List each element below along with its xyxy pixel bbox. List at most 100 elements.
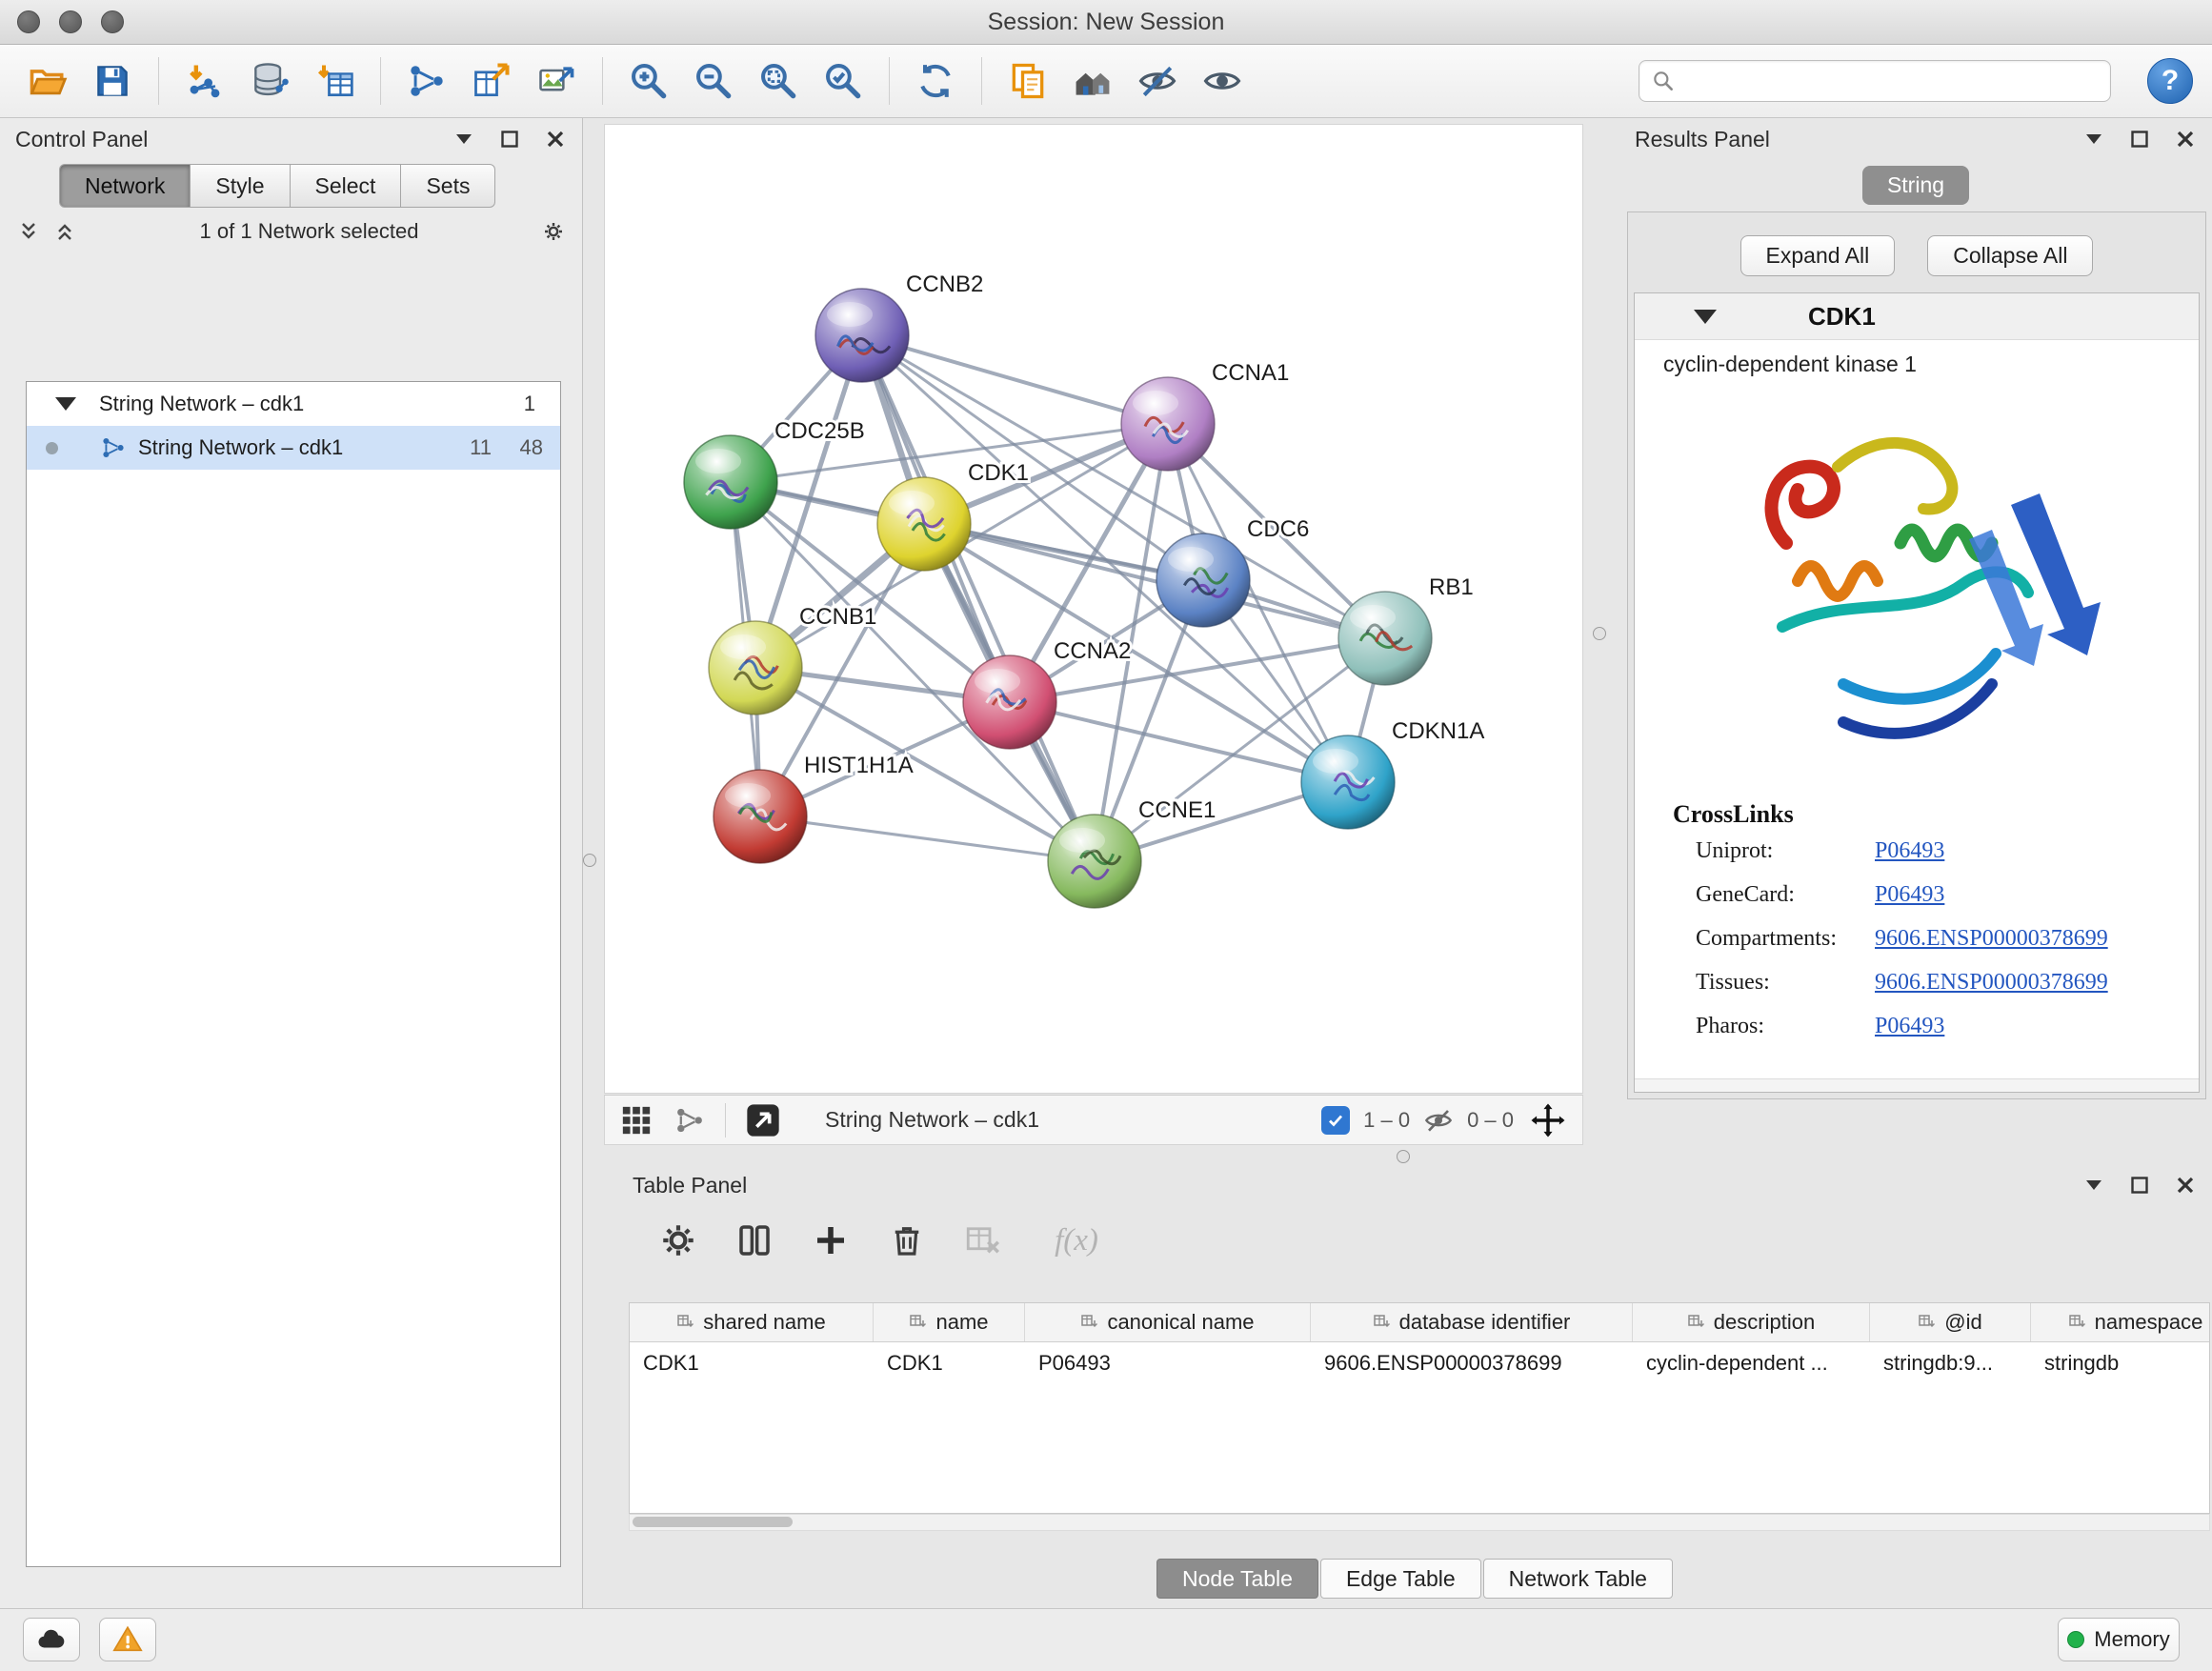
cloud-status-button[interactable] [23,1618,80,1661]
close-panel-button[interactable] [544,128,567,151]
bottom-splitter-handle[interactable] [1397,1150,1410,1163]
collapse-all-networks-button[interactable] [53,220,76,243]
network-node-CCNA1[interactable] [1121,377,1215,471]
table-cell[interactable]: stringdb [2031,1342,2210,1384]
show-columns-button[interactable] [734,1219,775,1261]
crosslink-value-link[interactable]: 9606.ENSP00000378699 [1875,970,2108,995]
selected-count-checkbox[interactable] [1321,1106,1350,1135]
network-node-RB1[interactable] [1338,592,1432,685]
duplicate-network-button[interactable] [999,52,1056,110]
export-view-button[interactable] [743,1100,783,1140]
import-network-file-button[interactable] [176,52,233,110]
expand-all-networks-button[interactable] [17,220,40,243]
crosslink-value-link[interactable]: P06493 [1875,882,1944,907]
birds-eye-view-button[interactable] [618,1102,654,1138]
zoom-out-button[interactable] [685,52,742,110]
collapse-all-button[interactable]: Collapse All [1927,235,2093,276]
create-column-button[interactable] [810,1219,852,1261]
maximize-panel-button[interactable] [498,128,521,151]
zoom-selected-button[interactable] [814,52,872,110]
close-panel-button[interactable] [2174,128,2197,151]
tab-string[interactable]: String [1862,166,1969,205]
gene-card-header[interactable]: CDK1 [1635,293,2199,340]
tab-style[interactable]: Style [191,164,290,208]
column-header-namespace[interactable]: namespace [2031,1303,2210,1341]
network-node-CDK1[interactable] [877,477,971,571]
tab-sets[interactable]: Sets [401,164,495,208]
warnings-button[interactable] [99,1618,156,1661]
export-image-button[interactable] [528,52,585,110]
help-button[interactable]: ? [2147,58,2193,104]
search-box[interactable] [1639,60,2111,102]
maximize-panel-button[interactable] [2128,1174,2151,1197]
network-node-CCNB1[interactable] [709,621,802,715]
zoom-in-button[interactable] [620,52,677,110]
column-header-description[interactable]: description [1633,1303,1870,1341]
crosslink-value-link[interactable]: 9606.ENSP00000378699 [1875,926,2108,951]
table-cell[interactable]: 9606.ENSP00000378699 [1311,1342,1633,1384]
network-collection-row[interactable]: String Network – cdk1 1 [27,382,560,426]
column-header-canonical-name[interactable]: canonical name [1025,1303,1311,1341]
tab-network[interactable]: Network [59,164,191,208]
right-splitter-handle[interactable] [1593,627,1606,640]
column-header-shared-name[interactable]: shared name [630,1303,874,1341]
delete-column-button[interactable] [886,1219,928,1261]
maximize-panel-button[interactable] [2128,128,2151,151]
export-table-button[interactable] [463,52,520,110]
network-options-button[interactable] [542,220,565,243]
table-cell[interactable]: cyclin-dependent ... [1633,1342,1870,1384]
network-node-CDKN1A[interactable] [1301,735,1395,829]
zoom-fit-button[interactable] [750,52,807,110]
function-builder-button[interactable]: f(x) [1038,1219,1115,1261]
network-node-CCNB2[interactable] [815,289,909,382]
network-edge[interactable] [1010,702,1348,782]
import-network-database-button[interactable] [241,52,298,110]
network-node-CCNA2[interactable] [963,655,1056,749]
close-panel-button[interactable] [2174,1174,2197,1197]
search-input[interactable] [1683,68,2099,94]
float-panel-button[interactable] [2082,128,2105,151]
column-header--id[interactable]: @id [1870,1303,2031,1341]
clear-table-button[interactable] [962,1219,1004,1261]
network-node-CCNE1[interactable] [1048,815,1141,908]
network-edge[interactable] [760,816,1095,861]
table-cell[interactable]: CDK1 [874,1342,1025,1384]
network-info-button[interactable] [672,1102,708,1138]
expand-all-button[interactable]: Expand All [1740,235,1896,276]
tab-network-table[interactable]: Network Table [1483,1559,1673,1599]
table-cell[interactable]: P06493 [1025,1342,1311,1384]
collapse-triangle-icon[interactable] [1694,310,1717,324]
column-header-database-identifier[interactable]: database identifier [1311,1303,1633,1341]
network-canvas[interactable]: CCNB2CCNA1CDC25BCDK1CDC6RB1CCNB1CCNA2CDK… [604,124,1583,1094]
home-button[interactable] [1064,52,1121,110]
table-cell[interactable]: stringdb:9... [1870,1342,2031,1384]
collapse-triangle-icon[interactable] [55,397,76,411]
new-network-from-selection-button[interactable] [398,52,455,110]
network-edge[interactable] [862,335,1168,424]
network-edge[interactable] [924,524,1385,638]
scrollbar-thumb[interactable] [633,1517,793,1527]
pan-mode-button[interactable] [1527,1099,1569,1141]
memory-button[interactable]: Memory [2058,1618,2180,1661]
network-node-CDC25B[interactable] [684,435,777,529]
network-edge[interactable] [862,335,1095,861]
network-row[interactable]: String Network – cdk1 11 48 [27,426,560,470]
network-node-HIST1H1A[interactable] [714,770,807,863]
tab-select[interactable]: Select [291,164,402,208]
tab-edge-table[interactable]: Edge Table [1320,1559,1481,1599]
save-session-button[interactable] [84,52,141,110]
apply-layout-button[interactable] [907,52,964,110]
table-options-button[interactable] [657,1219,699,1261]
crosslink-value-link[interactable]: P06493 [1875,1014,1944,1038]
crosslink-value-link[interactable]: P06493 [1875,838,1944,863]
import-table-button[interactable] [306,52,363,110]
column-header-name[interactable]: name [874,1303,1025,1341]
left-splitter-handle[interactable] [583,854,596,867]
open-session-button[interactable] [19,52,76,110]
float-panel-button[interactable] [2082,1174,2105,1197]
float-panel-button[interactable] [452,128,475,151]
table-hscrollbar[interactable] [629,1514,2210,1531]
tab-node-table[interactable]: Node Table [1156,1559,1318,1599]
table-cell[interactable]: CDK1 [630,1342,874,1384]
hide-graphics-details-button[interactable] [1129,52,1186,110]
